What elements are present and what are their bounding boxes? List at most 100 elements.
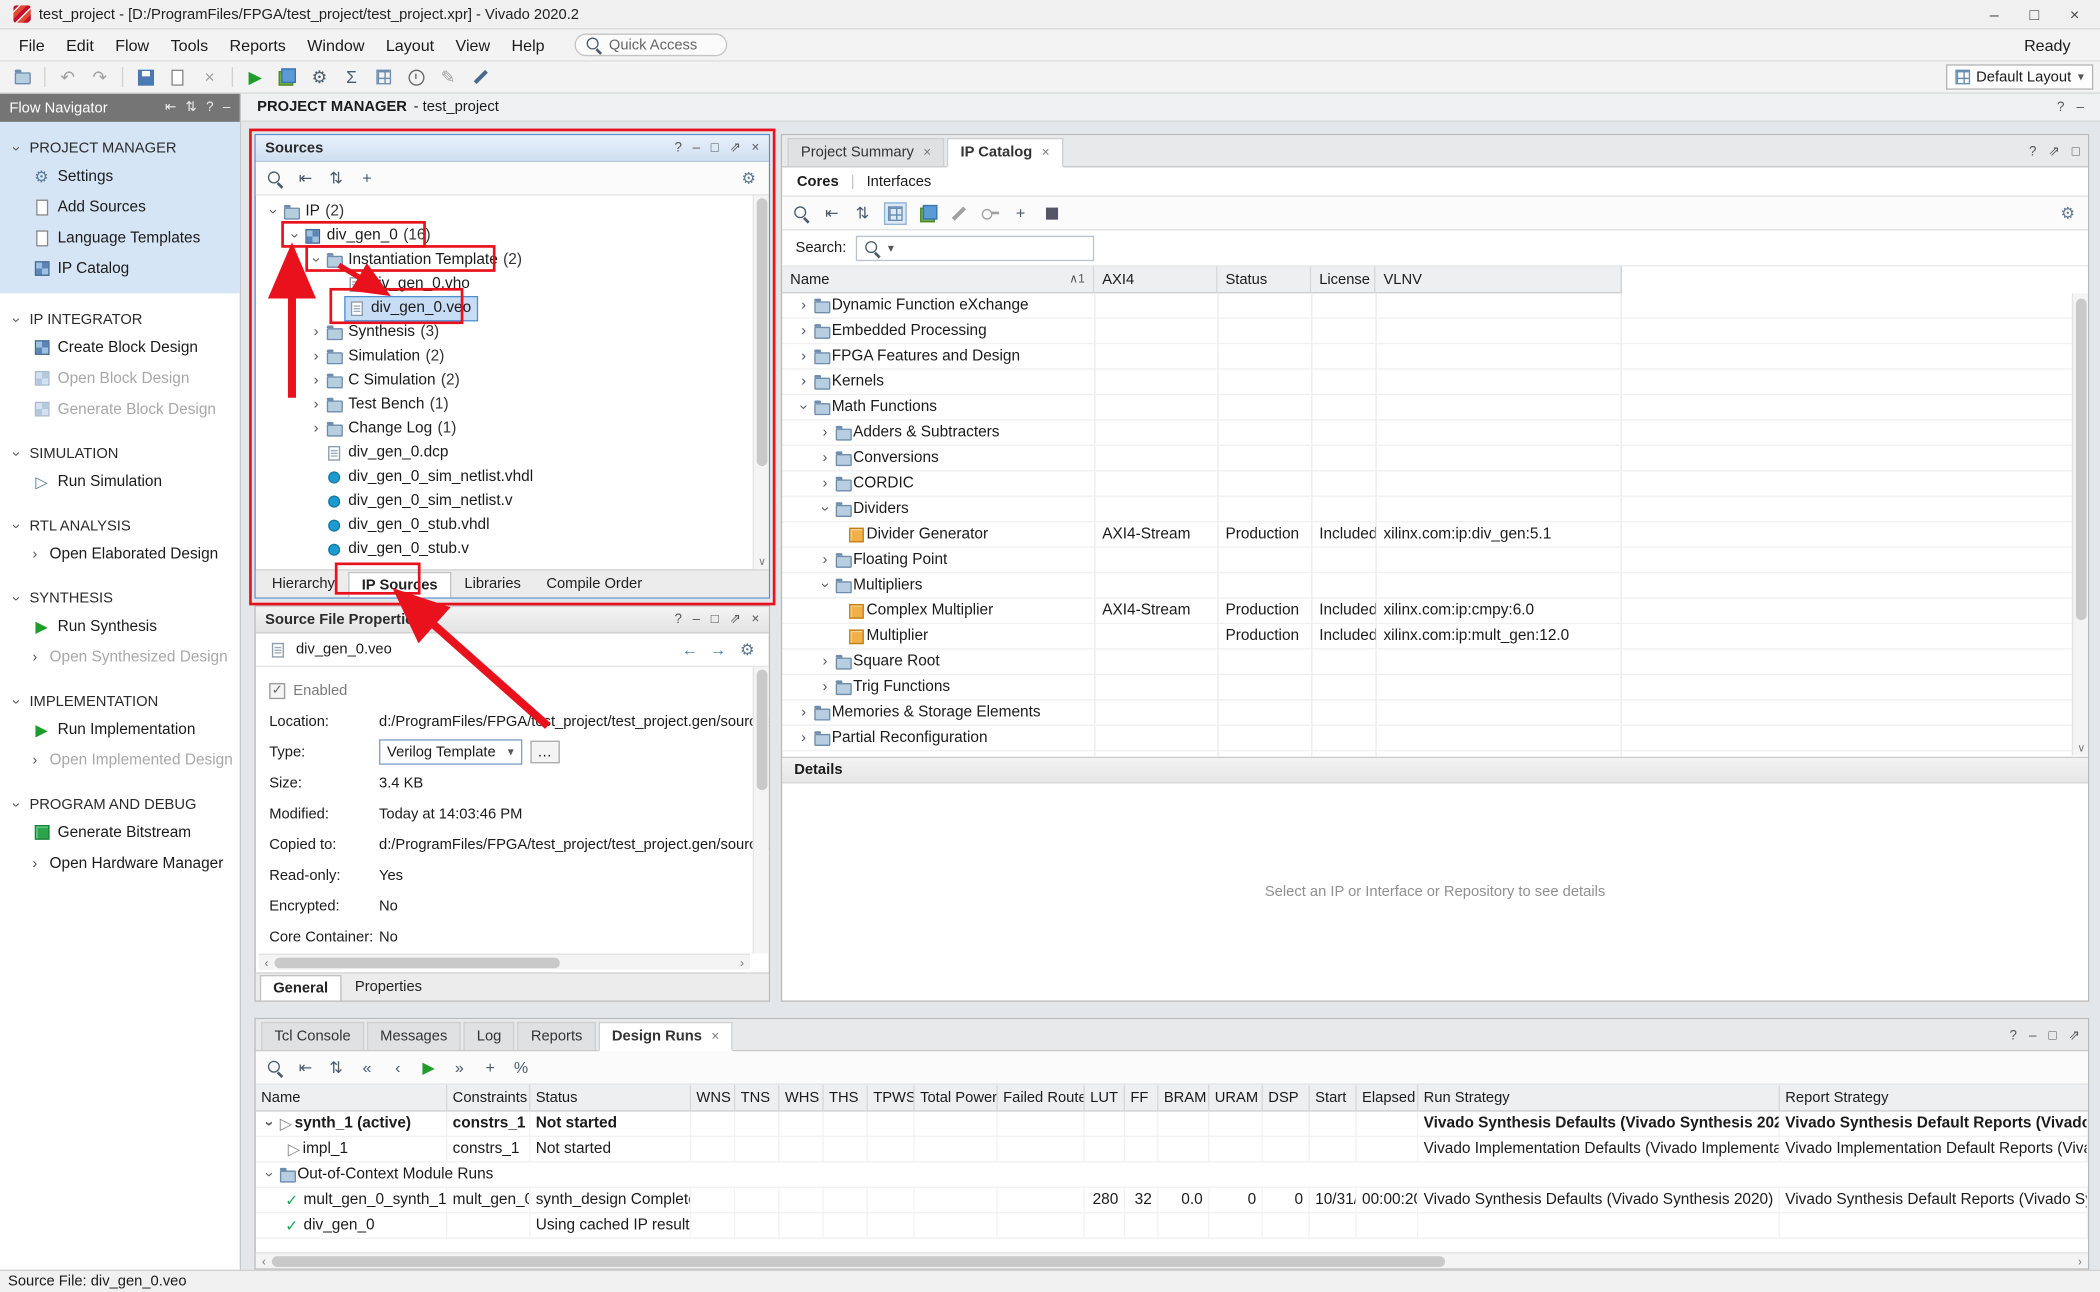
menu-tools[interactable]: Tools: [160, 31, 219, 58]
run-row-synth-1[interactable]: ▷synth_1 (active) constrs_1 Not started …: [256, 1112, 2088, 1137]
column-header-tns[interactable]: TNS: [735, 1085, 779, 1110]
tree-item-stub-vhdl[interactable]: div_gen_0_stub.vhdl: [256, 513, 769, 537]
section-title[interactable]: IP INTEGRATOR: [0, 308, 240, 332]
catalog-row-multiplier[interactable]: MultiplierProductionIncludedxilinx.com:i…: [782, 624, 2088, 649]
report-grid-button[interactable]: [368, 64, 399, 91]
expander-icon[interactable]: [817, 450, 833, 466]
tree-item-ip[interactable]: IP(2): [256, 200, 769, 224]
sidebar-item-ip-catalog[interactable]: IP Catalog: [0, 253, 240, 284]
column-header-status[interactable]: Status: [1217, 267, 1311, 292]
restore-hierarchy-icon[interactable]: [919, 204, 938, 221]
go-to-start-icon[interactable]: «: [358, 1058, 377, 1077]
expander-icon[interactable]: [265, 204, 281, 220]
tree-item-div-gen-0[interactable]: div_gen_0(16): [256, 224, 769, 248]
section-title[interactable]: SIMULATION: [0, 442, 240, 466]
redo-button[interactable]: ↷: [84, 64, 115, 91]
delete-button[interactable]: ×: [194, 64, 225, 91]
run-row-impl-1[interactable]: ▷impl_1 constrs_1 Not started Vivado Imp…: [256, 1137, 2088, 1162]
expander-icon[interactable]: [796, 374, 812, 390]
scroll-right-icon[interactable]: ›: [734, 956, 750, 969]
tree-item-div-gen-0-vho[interactable]: div_gen_0.vho: [256, 272, 769, 296]
create-run-icon[interactable]: +: [481, 1058, 500, 1077]
float-icon[interactable]: ⇗: [730, 141, 741, 156]
scroll-right-icon[interactable]: ›: [2072, 1254, 2088, 1267]
vertical-scrollbar[interactable]: [753, 667, 769, 954]
close-icon[interactable]: ×: [711, 1029, 719, 1044]
sidebar-item-open-block-design[interactable]: Open Block Design: [0, 363, 240, 394]
menu-edit[interactable]: Edit: [55, 31, 104, 58]
chevron-right-icon[interactable]: [27, 649, 43, 665]
expander-icon[interactable]: [817, 425, 833, 441]
tree-item-instantiation-template[interactable]: Instantiation Template(2): [256, 248, 769, 272]
tree-item-stub-v[interactable]: div_gen_0_stub.v: [256, 537, 769, 561]
type-browse-button[interactable]: …: [530, 741, 559, 764]
scrollbar-thumb[interactable]: [272, 1256, 1445, 1267]
column-header-report-strategy[interactable]: Report Strategy: [1780, 1085, 2088, 1110]
chevron-right-icon[interactable]: [27, 546, 43, 562]
quick-access-search[interactable]: Quick Access: [574, 33, 727, 56]
catalog-row[interactable]: Conversions: [782, 446, 2088, 471]
expander-icon[interactable]: [261, 1116, 277, 1132]
percent-icon[interactable]: %: [512, 1058, 531, 1077]
expander-icon[interactable]: [308, 396, 324, 412]
catalog-row[interactable]: Floating Point: [782, 548, 2088, 573]
column-header-total-power[interactable]: Total Power: [915, 1085, 998, 1110]
sfp-panel-header[interactable]: Source File Properties ? – □ ⇗ ×: [256, 607, 769, 634]
undo-button[interactable]: ↶: [52, 64, 83, 91]
tree-item-synthesis[interactable]: Synthesis(3): [256, 320, 769, 344]
sidebar-item-settings[interactable]: ⚙Settings: [0, 161, 240, 192]
catalog-row[interactable]: Multipliers: [782, 573, 2088, 598]
run-row-div-gen-0[interactable]: ✓div_gen_0 Using cached IP results: [256, 1213, 2088, 1238]
tab-ip-catalog[interactable]: IP Catalog×: [947, 138, 1063, 167]
horizontal-scrollbar[interactable]: ‹ ›: [258, 954, 750, 970]
column-header-start[interactable]: Start: [1310, 1085, 1357, 1110]
sidebar-item-open-hardware-manager[interactable]: Open Hardware Manager: [0, 848, 240, 879]
maximize-icon[interactable]: □: [2072, 145, 2080, 160]
expand-all-icon[interactable]: ⇅: [327, 169, 346, 188]
tree-item-sim-netlist-vhdl[interactable]: div_gen_0_sim_netlist.vhdl: [256, 465, 769, 489]
expand-all-icon[interactable]: ⇅: [853, 204, 872, 223]
run-button[interactable]: ▶: [240, 64, 271, 91]
column-header-tpws[interactable]: TPWS: [868, 1085, 915, 1110]
column-header-whs[interactable]: WHS: [779, 1085, 823, 1110]
tab-reports[interactable]: Reports: [517, 1022, 595, 1050]
column-header-constraints[interactable]: Constraints: [447, 1085, 530, 1110]
add-sources-button[interactable]: [162, 64, 193, 91]
column-header-vlnv[interactable]: VLNV: [1375, 267, 1620, 292]
menu-reports[interactable]: Reports: [219, 31, 297, 58]
catalog-row-complex-multiplier[interactable]: Complex MultiplierAXI4-StreamProductionI…: [782, 599, 2088, 624]
catalog-row[interactable]: Partial Reconfiguration: [782, 726, 2088, 751]
catalog-search-input[interactable]: ▾: [856, 235, 1094, 260]
catalog-row[interactable]: Math Functions: [782, 395, 2088, 420]
enabled-checkbox[interactable]: ✓: [269, 682, 285, 698]
sources-panel-header[interactable]: Sources ? – □ ⇗ ×: [256, 135, 769, 162]
sidebar-item-add-sources[interactable]: Add Sources: [0, 192, 240, 223]
add-repository-icon[interactable]: +: [1011, 204, 1030, 223]
tree-item-c-simulation[interactable]: C Simulation(2): [256, 368, 769, 392]
column-header-elapsed[interactable]: Elapsed: [1357, 1085, 1419, 1110]
license-key-icon[interactable]: [980, 209, 999, 217]
menu-layout[interactable]: Layout: [375, 31, 445, 58]
section-title[interactable]: PROJECT MANAGER: [0, 137, 240, 161]
menu-file[interactable]: File: [8, 31, 55, 58]
expand-collapse-icon[interactable]: ⇅: [185, 100, 196, 115]
column-header-name[interactable]: Name∧1: [782, 267, 1094, 292]
expander-icon[interactable]: [796, 730, 812, 746]
tab-tcl-console[interactable]: Tcl Console: [261, 1022, 364, 1050]
sidebar-item-generate-block-design[interactable]: Generate Block Design: [0, 394, 240, 425]
tree-item-test-bench[interactable]: Test Bench(1): [256, 392, 769, 416]
expander-icon[interactable]: [796, 323, 812, 339]
expander-icon[interactable]: [796, 399, 812, 415]
window-minimize-button[interactable]: –: [1974, 0, 2014, 28]
sidebar-item-generate-bitstream[interactable]: Generate Bitstream: [0, 817, 240, 848]
column-header-uram[interactable]: URAM: [1209, 1085, 1263, 1110]
expander-icon[interactable]: [308, 348, 324, 364]
step-back-icon[interactable]: ‹: [388, 1058, 407, 1077]
minimize-icon[interactable]: –: [693, 141, 700, 156]
menu-view[interactable]: View: [445, 31, 501, 58]
gear-icon[interactable]: ⚙: [738, 640, 757, 659]
help-icon[interactable]: ?: [674, 612, 681, 627]
timing-button[interactable]: [400, 64, 431, 91]
close-icon[interactable]: ×: [752, 141, 760, 156]
open-file-button[interactable]: [7, 64, 38, 91]
